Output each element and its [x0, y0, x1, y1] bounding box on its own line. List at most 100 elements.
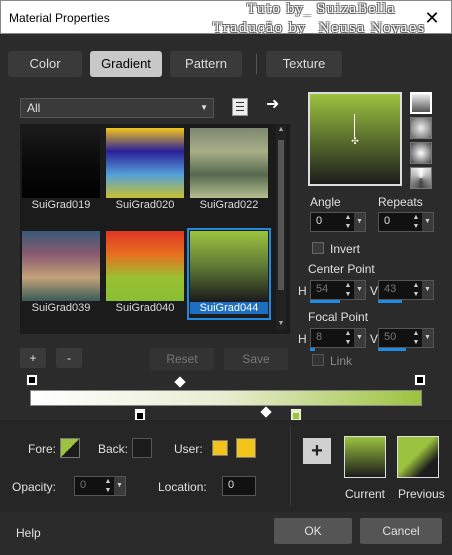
tab-gradient[interactable]: Gradient	[90, 51, 162, 77]
section-divider	[290, 426, 291, 506]
repeats-spinner[interactable]: 0 ▲ ▼ ▼	[378, 212, 434, 232]
focal-h-label: H	[298, 332, 307, 346]
spin-arrows-icon[interactable]: ▲ ▼	[411, 213, 421, 231]
ok-button[interactable]: OK	[274, 518, 352, 544]
focal-v-label: V	[370, 332, 379, 346]
chevron-down-icon: ▼	[200, 103, 208, 112]
angle-spinner[interactable]: 0 ▲ ▼ ▼	[310, 212, 366, 232]
gradient-name: SuiGrad039	[31, 302, 91, 314]
gradient-thumbnail[interactable]: SuiGrad020	[106, 128, 184, 214]
tab-texture[interactable]: Texture	[266, 51, 342, 77]
repeats-label: Repeats	[378, 195, 423, 209]
rectangular-gradient-type-button[interactable]	[410, 117, 432, 139]
window-title: Material Properties	[9, 11, 110, 25]
angle-value: 0	[316, 215, 323, 227]
center-v-spinner[interactable]: 43 ▲ ▼ ▼	[378, 280, 434, 300]
gradient-name: SuiGrad044	[190, 302, 268, 314]
fore-swatch[interactable]	[60, 438, 80, 458]
linear-gradient-type-button[interactable]	[410, 92, 432, 114]
angle-label: Angle	[310, 195, 341, 209]
spin-arrows-icon[interactable]: ▲ ▼	[343, 213, 353, 231]
dropdown-icon[interactable]: ▼	[354, 281, 365, 299]
category-value: All	[27, 101, 41, 115]
tab-divider	[256, 54, 257, 74]
dropdown-icon[interactable]: ▼	[354, 329, 365, 347]
link-checkbox[interactable]	[312, 354, 324, 366]
gradient-thumbnail[interactable]: SuiGrad019	[22, 128, 100, 214]
location-value: 0	[228, 479, 235, 491]
reset-button[interactable]: Reset	[150, 348, 214, 370]
gradient-preview[interactable]: ✣	[308, 92, 402, 186]
help-link[interactable]: Help	[16, 526, 41, 540]
center-v-slider[interactable]	[378, 300, 402, 303]
gradient-name: SuiGrad019	[31, 199, 91, 211]
library-scrollbar[interactable]: ▲ ▼	[276, 126, 286, 330]
center-marker-icon[interactable]: ✣	[350, 136, 360, 146]
opacity-label: Opacity:	[12, 480, 57, 494]
back-swatch[interactable]	[132, 438, 152, 458]
current-swatch[interactable]	[344, 436, 386, 478]
dropdown-icon[interactable]: ▼	[354, 213, 365, 231]
scrollbar-thumb[interactable]	[278, 140, 284, 290]
sunburst-gradient-type-button[interactable]	[410, 167, 432, 189]
center-point-label: Center Point	[308, 262, 375, 276]
angle-handle[interactable]	[354, 114, 355, 138]
tab-pattern[interactable]: Pattern	[170, 51, 242, 77]
previous-label: Previous	[398, 487, 445, 501]
opacity-spinner[interactable]: 0 ▲ ▼ ▼	[74, 476, 126, 496]
add-to-swatches-button[interactable]: +	[303, 438, 331, 464]
close-button[interactable]: ✕	[419, 5, 445, 31]
focal-v-spinner[interactable]: 50 ▲ ▼ ▼	[378, 328, 434, 348]
save-button[interactable]: Save	[224, 348, 288, 370]
dropdown-icon[interactable]: ▼	[422, 329, 433, 347]
gradient-swatch	[22, 231, 100, 301]
opacity-stop-right-icon[interactable]	[414, 374, 426, 386]
remove-gradient-button[interactable]: -	[56, 348, 82, 368]
spin-arrows-icon[interactable]: ▲ ▼	[343, 281, 353, 299]
center-h-slider[interactable]	[310, 300, 340, 303]
center-h-label: H	[298, 284, 307, 298]
cancel-button[interactable]: Cancel	[360, 518, 442, 544]
spin-arrows-icon[interactable]: ▲ ▼	[411, 329, 421, 347]
gradient-swatch	[106, 231, 184, 301]
spin-arrows-icon[interactable]: ▲ ▼	[411, 281, 421, 299]
gradient-thumbnail[interactable]: SuiGrad040	[106, 231, 184, 317]
dropdown-icon[interactable]: ▼	[114, 477, 125, 495]
invert-checkbox[interactable]	[312, 242, 324, 254]
focal-h-spinner[interactable]: 8 ▲ ▼ ▼	[310, 328, 366, 348]
previous-swatch[interactable]	[397, 436, 439, 478]
focal-h-slider[interactable]	[310, 348, 315, 351]
gradient-name: SuiGrad020	[115, 199, 175, 211]
category-dropdown[interactable]: All ▼	[20, 98, 214, 118]
focal-v-slider[interactable]	[378, 348, 406, 351]
user-color-swatch[interactable]	[212, 440, 228, 456]
watermark-line1: Tuto by_ SuizaBella	[247, 2, 396, 17]
arrow-right-icon[interactable]: ➜	[266, 96, 284, 114]
tab-color[interactable]: Color	[8, 51, 82, 77]
center-h-spinner[interactable]: 54 ▲ ▼ ▼	[310, 280, 366, 300]
opacity-value: 0	[80, 479, 87, 491]
gradient-thumbnail[interactable]: SuiGrad039	[22, 231, 100, 317]
invert-label: Invert	[330, 242, 361, 256]
gradient-name: SuiGrad022	[199, 199, 259, 211]
radial-gradient-type-button[interactable]	[410, 142, 432, 164]
add-gradient-button[interactable]: +	[20, 348, 46, 368]
focal-v-value: 50	[384, 331, 397, 343]
opacity-stop-left-icon[interactable]	[26, 374, 38, 386]
gradient-editor-bar[interactable]	[30, 390, 422, 406]
fore-label: Fore:	[28, 442, 57, 456]
center-v-label: V	[370, 284, 379, 298]
gradient-thumbnail[interactable]: SuiGrad044	[187, 228, 271, 320]
user-color-large-swatch[interactable]	[236, 438, 256, 458]
spin-arrows-icon[interactable]: ▲ ▼	[103, 477, 113, 495]
gradient-swatch	[190, 231, 268, 301]
gradient-thumbnail[interactable]: SuiGrad022	[190, 128, 268, 214]
location-label: Location:	[158, 480, 207, 494]
dropdown-icon[interactable]: ▼	[422, 213, 433, 231]
spin-arrows-icon[interactable]: ▲ ▼	[343, 329, 353, 347]
gradient-swatch	[190, 128, 268, 198]
location-field[interactable]: 0	[222, 476, 256, 496]
dropdown-icon[interactable]: ▼	[422, 281, 433, 299]
user-label: User:	[174, 442, 203, 456]
book-icon[interactable]	[232, 98, 248, 116]
